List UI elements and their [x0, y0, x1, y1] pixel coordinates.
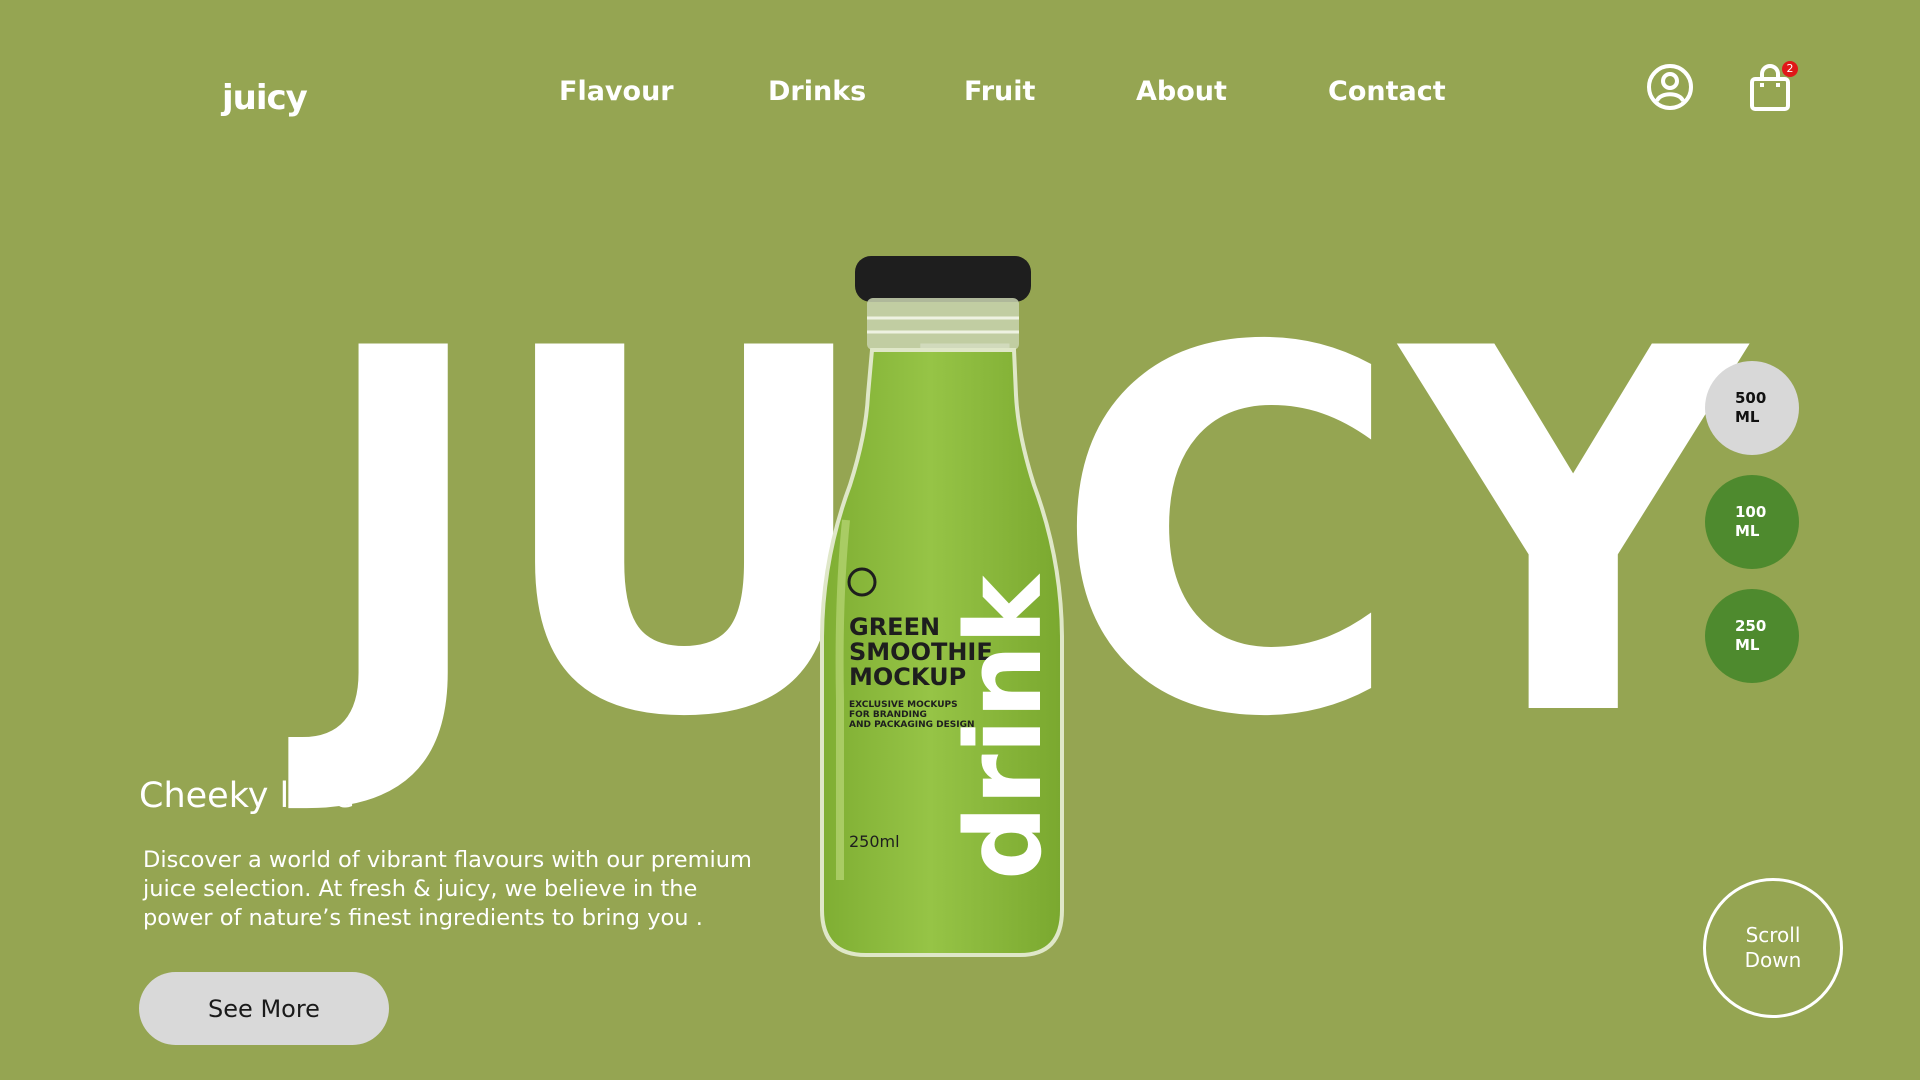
- product-description: Discover a world of vibrant flavours wit…: [143, 847, 752, 931]
- scroll-down-button[interactable]: Scroll Down: [1703, 878, 1843, 1018]
- svg-text:FOR BRANDING: FOR BRANDING: [849, 710, 927, 720]
- product-title: Cheeky lime: [139, 776, 355, 816]
- size-option-500ml[interactable]: 500 ML: [1705, 361, 1799, 455]
- size-option-100ml[interactable]: 100 ML: [1705, 475, 1799, 569]
- svg-text:GREEN: GREEN: [849, 613, 940, 641]
- see-more-button[interactable]: See More: [139, 972, 389, 1045]
- svg-text:EXCLUSIVE MOCKUPS: EXCLUSIVE MOCKUPS: [849, 700, 958, 710]
- bottle-side-word: drink: [943, 573, 1065, 880]
- size-option-250ml[interactable]: 250 ML: [1705, 589, 1799, 683]
- svg-text:250ml: 250ml: [849, 832, 900, 851]
